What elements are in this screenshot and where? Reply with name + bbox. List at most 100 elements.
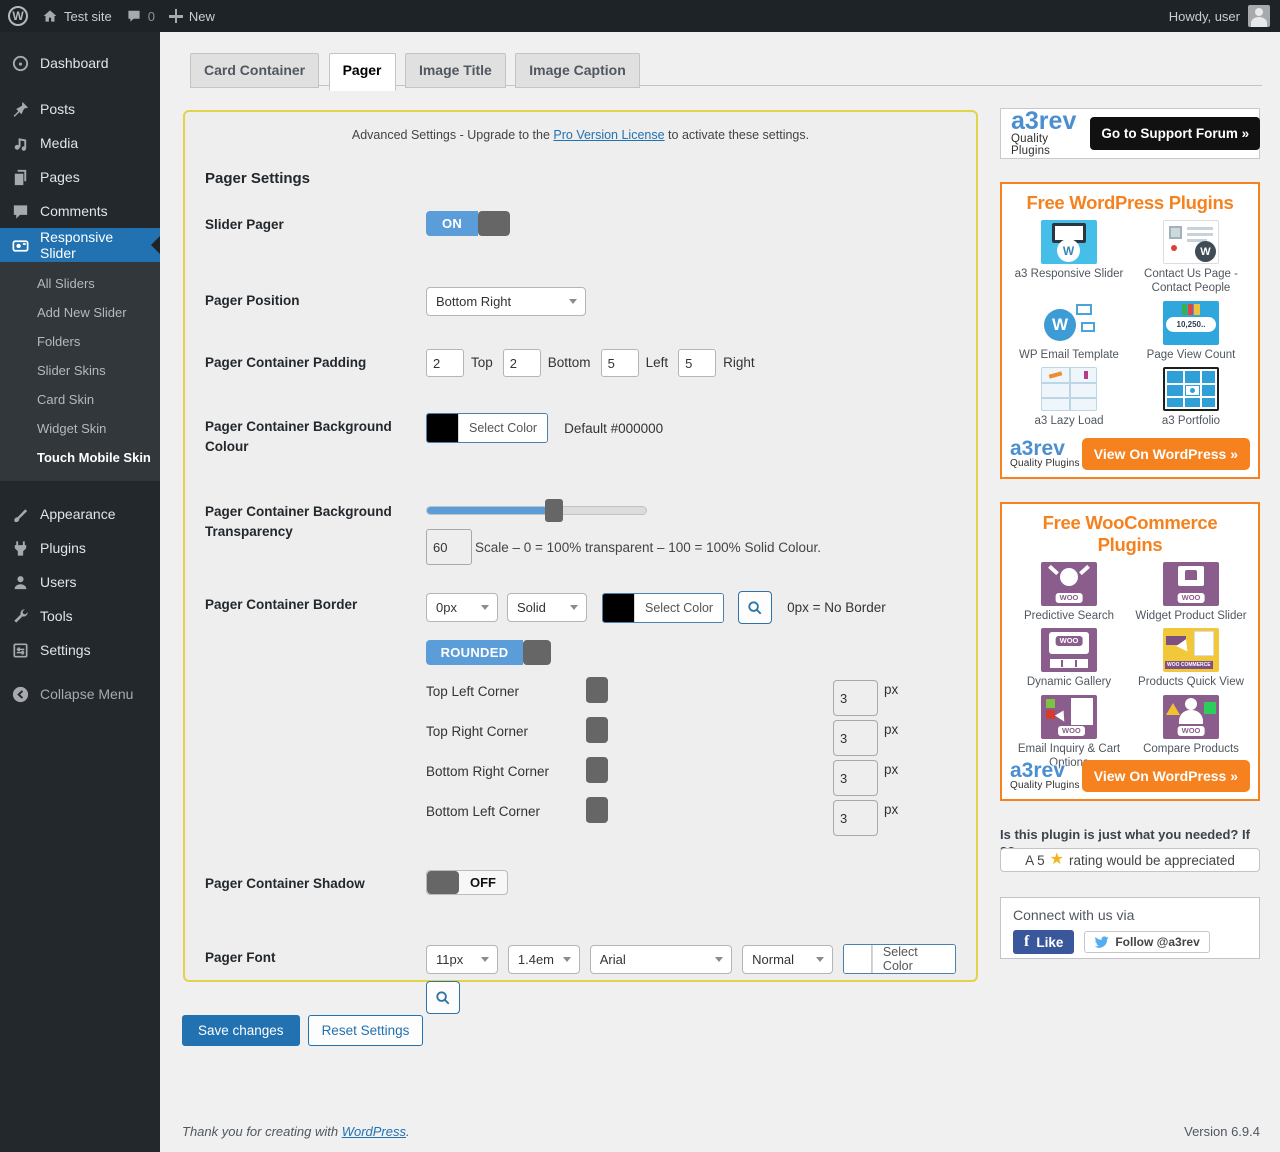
comment-icon	[126, 8, 142, 24]
submenu-add-new-slider[interactable]: Add New Slider	[0, 298, 160, 327]
reset-settings-button[interactable]: Reset Settings	[308, 1015, 424, 1046]
submenu-widget-skin[interactable]: Widget Skin	[0, 414, 160, 443]
sidebar-item-comments[interactable]: Comments	[0, 194, 160, 228]
slider-handle[interactable]	[586, 677, 608, 703]
sidebar-item-pages[interactable]: Pages	[0, 160, 160, 194]
pro-version-license-link[interactable]: Pro Version License	[553, 128, 664, 142]
plugin-widget-product-slider[interactable]: WOO Widget Product Slider	[1130, 562, 1252, 623]
padding-right-input[interactable]	[678, 349, 716, 377]
slider-handle[interactable]	[586, 717, 608, 743]
padding-left-input[interactable]	[601, 349, 639, 377]
submenu-card-skin[interactable]: Card Skin	[0, 385, 160, 414]
view-on-wordpress-button[interactable]: View On WordPress »	[1082, 760, 1250, 792]
border-style-select[interactable]: Solid	[507, 593, 587, 622]
submenu-slider-skins[interactable]: Slider Skins	[0, 356, 160, 385]
rating-link[interactable]: A 5 ★ rating would be appreciated	[1000, 848, 1260, 872]
save-changes-button[interactable]: Save changes	[182, 1015, 300, 1046]
bottom-right-corner-label: Bottom Right Corner	[426, 760, 586, 779]
media-icon	[10, 133, 30, 153]
wordpress-link[interactable]: WordPress	[342, 1124, 406, 1139]
view-on-wordpress-button[interactable]: View On WordPress »	[1082, 438, 1250, 470]
slider-handle[interactable]	[586, 797, 608, 823]
plugin-predictive-search[interactable]: WOO Predictive Search	[1008, 562, 1130, 623]
sidebar-item-plugins[interactable]: Plugins	[0, 531, 160, 565]
bg-colour-picker[interactable]: Select Color	[426, 413, 548, 443]
font-preview-button[interactable]	[426, 981, 460, 1014]
collapse-menu-button[interactable]: Collapse Menu	[0, 677, 160, 711]
magnifier-icon	[435, 990, 451, 1006]
border-width-select[interactable]: 0px	[426, 593, 498, 622]
submenu-folders[interactable]: Folders	[0, 327, 160, 356]
page-view-count-icon: 10,250..	[1163, 301, 1219, 345]
new-menu[interactable]: New	[169, 9, 215, 24]
font-colour-picker[interactable]: Select Color	[843, 944, 956, 974]
transparency-slider[interactable]	[426, 506, 647, 515]
chevron-down-icon	[715, 957, 723, 962]
pager-position-select[interactable]: Bottom Right	[426, 287, 586, 316]
comments-shortcut[interactable]: 0	[126, 8, 155, 24]
bottom-right-corner-input[interactable]	[833, 760, 878, 796]
font-weight-select[interactable]: Normal	[742, 945, 832, 974]
screen: W Test site 0 New Howdy, user Dashboard	[0, 0, 1280, 1152]
site-link[interactable]: Test site	[42, 8, 112, 24]
toggle-off-label: OFF	[459, 871, 507, 894]
border-colour-picker[interactable]: Select Color	[602, 593, 724, 623]
border-preview-button[interactable]	[738, 591, 772, 624]
sidebar-item-appearance[interactable]: Appearance	[0, 497, 160, 531]
slider-handle[interactable]	[545, 499, 563, 522]
woo-box-footer: a3rev Quality Plugins View On WordPress …	[1010, 760, 1250, 792]
facebook-like-button[interactable]: f Like	[1013, 930, 1074, 954]
plugin-wp-email-template[interactable]: W WP Email Template	[1008, 301, 1130, 362]
top-left-corner-slider[interactable]	[586, 683, 588, 702]
toggle-rounded-label: ROUNDED	[426, 640, 523, 665]
padding-top-input[interactable]	[426, 349, 464, 377]
plugin-dynamic-gallery[interactable]: WOO Dynamic Gallery	[1008, 628, 1130, 689]
padding-bottom-suffix: Bottom	[548, 349, 591, 377]
sidebar-item-settings[interactable]: Settings	[0, 633, 160, 667]
howdy-account[interactable]: Howdy, user	[1169, 9, 1240, 24]
tab-card-container[interactable]: Card Container	[190, 53, 319, 88]
select-color-button: Select Color	[634, 594, 723, 622]
plugin-page-view-count[interactable]: 10,250.. Page View Count	[1130, 301, 1252, 362]
slider-pager-toggle[interactable]: ON	[426, 211, 510, 236]
support-forum-button[interactable]: Go to Support Forum »	[1090, 117, 1260, 150]
bottom-right-corner-slider[interactable]	[586, 763, 588, 782]
sidebar-item-posts[interactable]: Posts	[0, 92, 160, 126]
plugin-a3-responsive-slider[interactable]: W a3 Responsive Slider	[1008, 220, 1130, 296]
top-left-corner-input[interactable]	[833, 680, 878, 716]
transparency-input[interactable]	[426, 529, 472, 565]
tab-pager[interactable]: Pager	[329, 53, 396, 91]
bottom-left-corner-input[interactable]	[833, 800, 878, 836]
user-avatar[interactable]	[1248, 5, 1270, 27]
rounded-toggle[interactable]: ROUNDED	[426, 640, 551, 665]
plugin-a3-lazy-load[interactable]: a3 Lazy Load	[1008, 367, 1130, 428]
plugin-a3-portfolio[interactable]: a3 Portfolio	[1130, 367, 1252, 428]
sidebar-separator	[0, 80, 160, 92]
font-family-select[interactable]: Arial	[590, 945, 732, 974]
tab-image-title[interactable]: Image Title	[405, 53, 506, 88]
twitter-follow-button[interactable]: Follow @a3rev	[1084, 931, 1209, 953]
pager-font-label: Pager Font	[205, 944, 426, 968]
top-right-corner-input[interactable]	[833, 720, 878, 756]
sidebar-item-dashboard[interactable]: Dashboard	[0, 46, 160, 80]
top-right-corner-slider[interactable]	[586, 723, 588, 742]
sidebar-item-responsive-slider[interactable]: Responsive Slider	[0, 228, 160, 262]
plugin-contact-us-page[interactable]: W Contact Us Page - Contact People	[1130, 220, 1252, 296]
shadow-toggle[interactable]: OFF	[426, 870, 508, 895]
slider-handle[interactable]	[586, 757, 608, 783]
wordpress-menu[interactable]: W	[8, 6, 28, 26]
new-label: New	[189, 9, 215, 24]
sidebar-item-users[interactable]: Users	[0, 565, 160, 599]
sidebar-item-tools[interactable]: Tools	[0, 599, 160, 633]
plugin-products-quick-view[interactable]: WOO COMMERCE Products Quick View	[1130, 628, 1252, 689]
font-size-select[interactable]: 11px	[426, 945, 498, 974]
tab-image-caption[interactable]: Image Caption	[515, 53, 639, 88]
bottom-left-corner-slider[interactable]	[586, 803, 588, 822]
form-actions: Save changes Reset Settings	[182, 1015, 423, 1046]
wp-box-footer: a3rev Quality Plugins View On WordPress …	[1010, 438, 1250, 470]
line-height-select[interactable]: 1.4em	[508, 945, 580, 974]
submenu-all-sliders[interactable]: All Sliders	[0, 269, 160, 298]
padding-bottom-input[interactable]	[503, 349, 541, 377]
submenu-touch-mobile-skin[interactable]: Touch Mobile Skin	[0, 443, 160, 472]
sidebar-item-media[interactable]: Media	[0, 126, 160, 160]
